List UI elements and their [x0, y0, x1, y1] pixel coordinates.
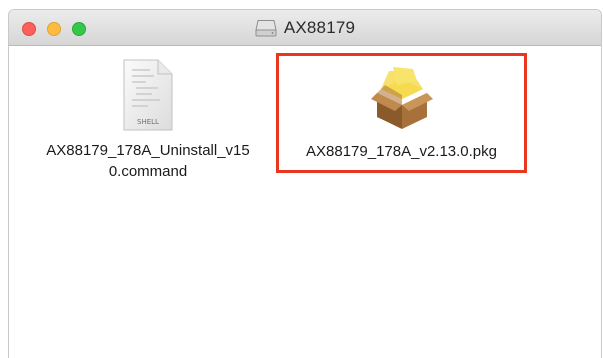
file-name[interactable]: AX88179_178A_Uninstall_v15 0.command — [13, 140, 283, 182]
shell-icon-label: SHELL — [137, 118, 159, 126]
title-bar[interactable]: AX88179 — [9, 10, 601, 46]
file-area[interactable]: SHELL AX88179_178A_Uninstall_v15 0.comma… — [9, 46, 601, 358]
file-name[interactable]: AX88179_178A_v2.13.0.pkg — [279, 141, 524, 162]
file-item-pkg-installer[interactable]: AX88179_178A_v2.13.0.pkg — [276, 53, 527, 173]
file-name-line: 0.command — [108, 163, 188, 180]
window-title-text: AX88179 — [283, 18, 356, 37]
package-icon[interactable] — [370, 65, 433, 131]
shell-script-icon[interactable]: SHELL — [120, 58, 176, 132]
file-name-line: AX88179_178A_Uninstall_v15 — [46, 142, 250, 159]
finder-window: AX88179 SHELL AX88179_178A_Uninstall_v15… — [8, 9, 602, 358]
drive-icon — [255, 20, 277, 37]
window-title: AX88179 — [9, 10, 601, 46]
file-item-uninstall-command[interactable]: SHELL AX88179_178A_Uninstall_v15 0.comma… — [13, 58, 283, 182]
